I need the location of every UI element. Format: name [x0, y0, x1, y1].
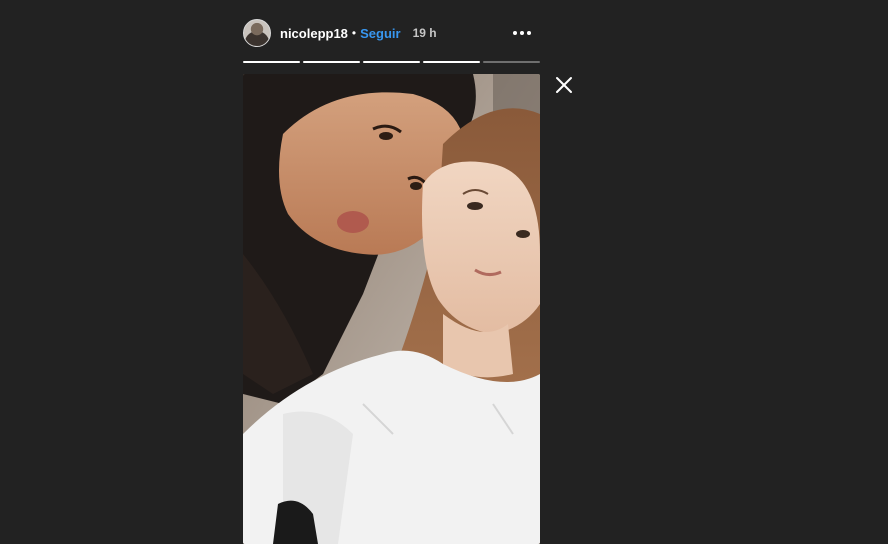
- selfie-photo-illustration: [243, 74, 540, 544]
- progress-fill: [303, 61, 360, 63]
- more-horizontal-icon[interactable]: [512, 25, 532, 41]
- separator-dot: •: [351, 26, 357, 40]
- story-photo[interactable]: [243, 74, 540, 544]
- story-header: nicolepp18 • Seguir 19 h: [243, 18, 540, 48]
- username[interactable]: nicolepp18: [280, 26, 348, 41]
- close-icon[interactable]: [555, 76, 573, 94]
- progress-segment: [483, 61, 540, 63]
- story-time: 19 h: [412, 26, 437, 40]
- progress-segment: [423, 61, 480, 63]
- story-viewer: nicolepp18 • Seguir 19 h: [0, 0, 888, 544]
- progress-fill: [423, 61, 480, 63]
- progress-segment: [363, 61, 420, 63]
- progress-fill: [363, 61, 420, 63]
- progress-fill: [243, 61, 300, 63]
- follow-button[interactable]: Seguir: [360, 26, 400, 41]
- progress-segment: [303, 61, 360, 63]
- story-progress: [243, 61, 540, 64]
- avatar[interactable]: [243, 19, 271, 47]
- progress-segment: [243, 61, 300, 63]
